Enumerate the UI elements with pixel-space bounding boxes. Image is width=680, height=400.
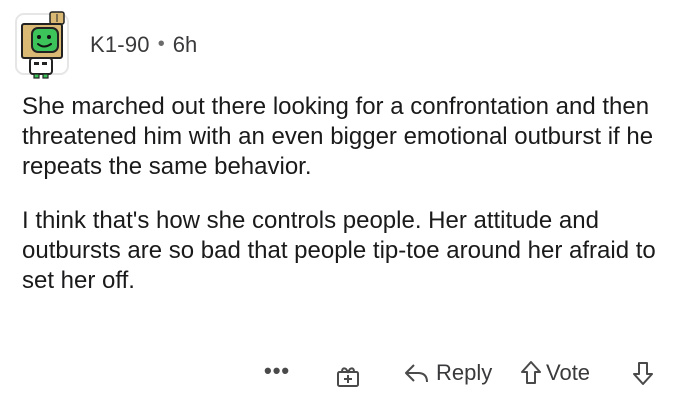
vote-label: Vote bbox=[546, 360, 591, 385]
reply-button[interactable]: Reply bbox=[402, 360, 492, 386]
comment-actions: ••• Reply Vote bbox=[0, 356, 680, 396]
robot-avatar-icon bbox=[15, 11, 69, 79]
award-button[interactable] bbox=[334, 362, 362, 390]
comment-meta: K1-90 • 6h bbox=[90, 32, 197, 58]
upvote-arrow-icon bbox=[521, 361, 541, 384]
vote-label-group: Vote bbox=[540, 360, 590, 386]
reply-label: Reply bbox=[436, 360, 493, 385]
comment-header: K1-90 • 6h bbox=[12, 8, 197, 84]
comment-paragraph: She marched out there looking for a conf… bbox=[22, 93, 654, 180]
downvote-arrow-icon bbox=[633, 362, 653, 385]
username[interactable]: K1-90 bbox=[90, 32, 150, 58]
comment-body: She marched out there looking for a conf… bbox=[22, 92, 662, 296]
avatar[interactable] bbox=[12, 8, 76, 84]
timestamp[interactable]: 6h bbox=[173, 32, 197, 58]
award-gift-icon bbox=[337, 367, 359, 387]
reply-arrow-icon bbox=[405, 364, 428, 383]
comment-card: K1-90 • 6h She marched out there looking… bbox=[0, 0, 680, 400]
more-options-button[interactable]: ••• bbox=[264, 358, 290, 384]
downvote-button[interactable] bbox=[632, 360, 654, 386]
comment-paragraph: I think that's how she controls people. … bbox=[22, 207, 656, 294]
upvote-button[interactable] bbox=[520, 360, 542, 386]
meta-separator: • bbox=[157, 32, 165, 55]
